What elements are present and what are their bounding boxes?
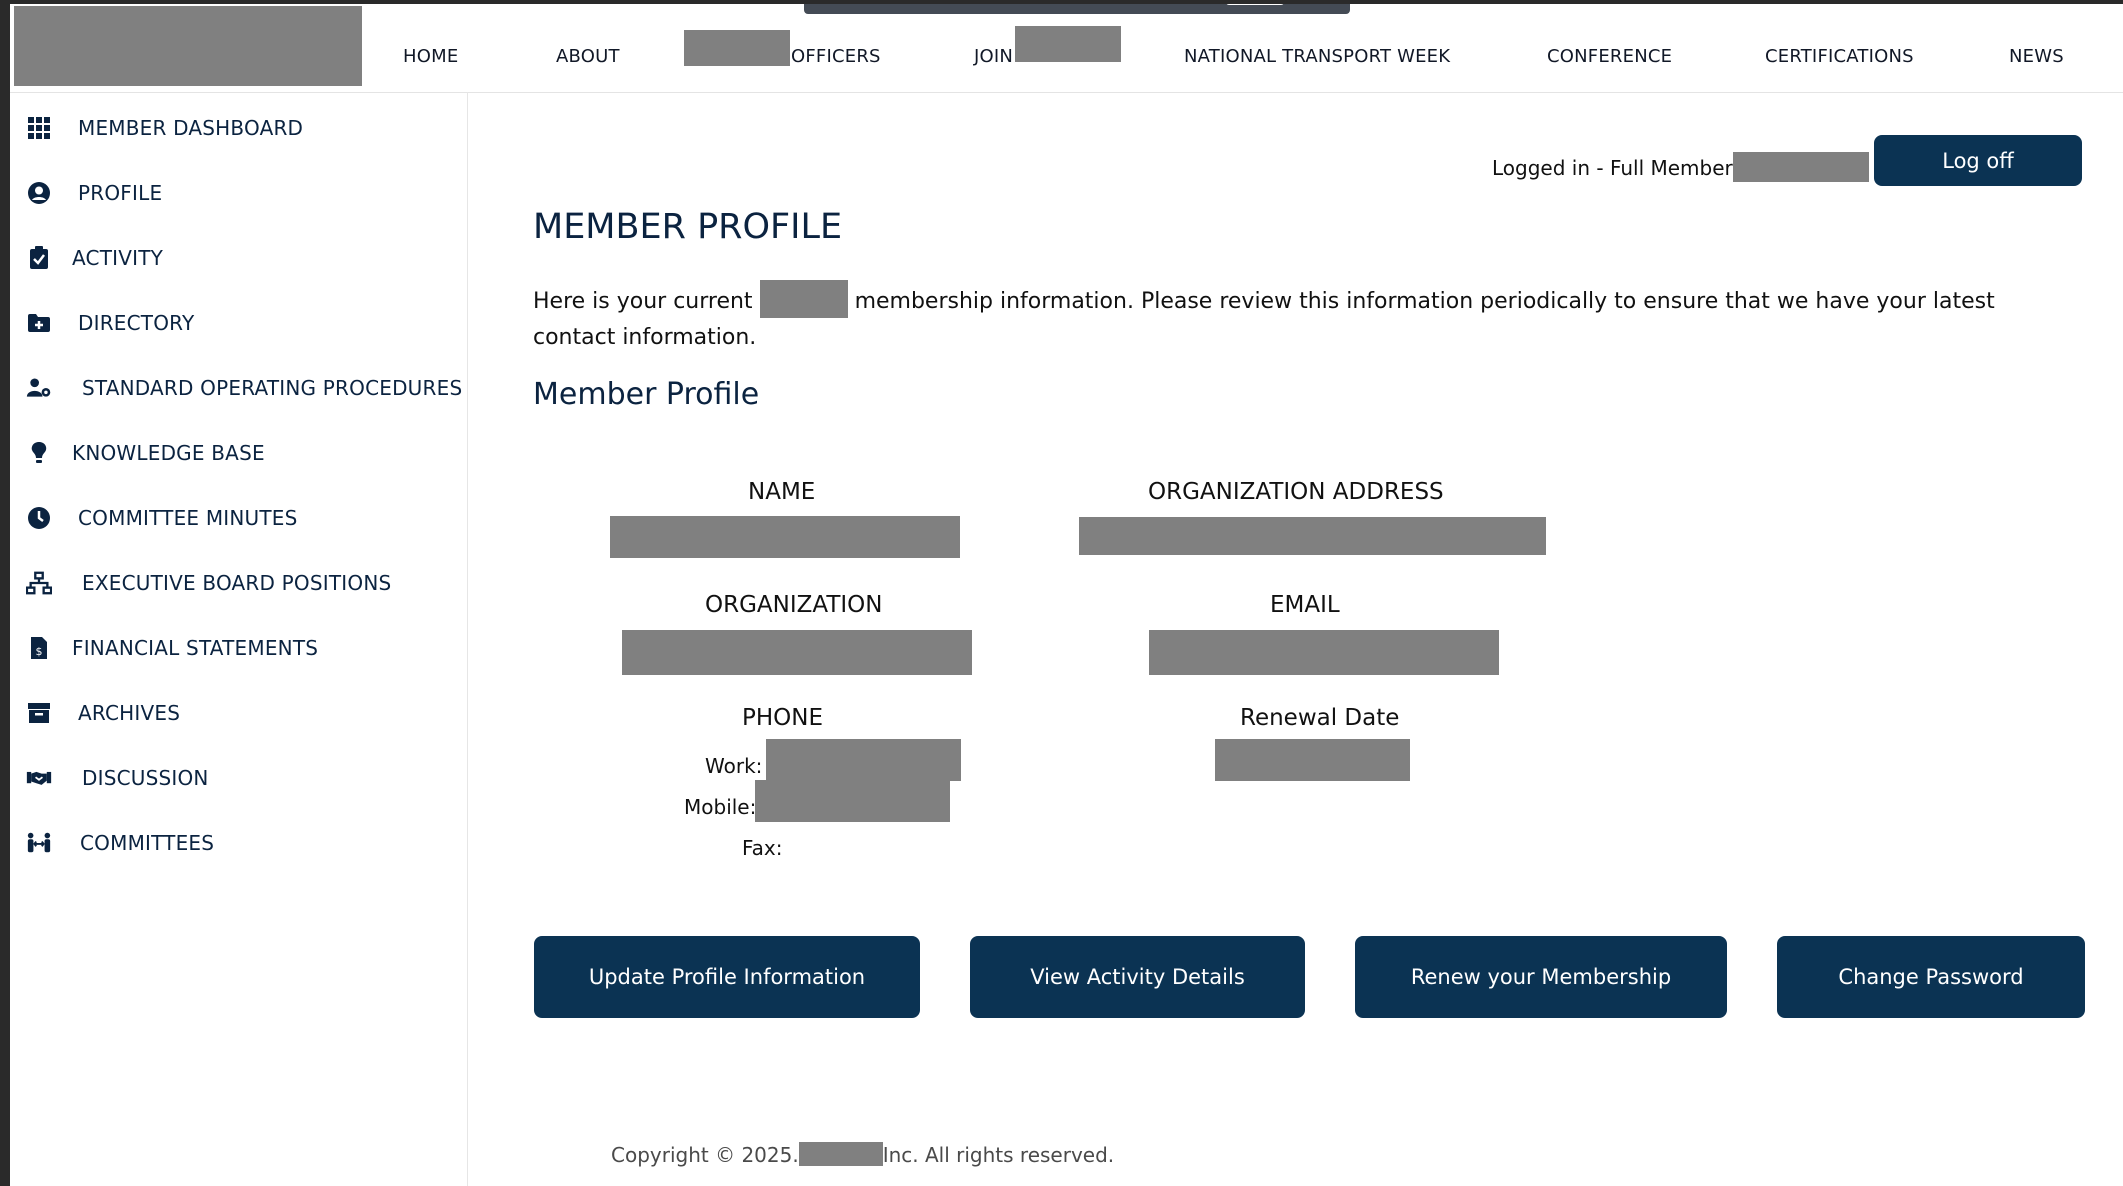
fax-label: Fax: bbox=[742, 836, 783, 860]
name-value-redacted bbox=[610, 516, 960, 558]
notch-indicator bbox=[1226, 4, 1284, 5]
page-title: MEMBER PROFILE bbox=[533, 207, 843, 247]
nav-national-transport-week[interactable]: NATIONAL TRANSPORT WEEK bbox=[1184, 46, 1450, 67]
archive-box-icon bbox=[26, 700, 52, 726]
nav-home[interactable]: HOME bbox=[403, 46, 458, 67]
sidebar-item-committees[interactable]: COMMITTEES bbox=[26, 823, 214, 863]
user-gear-icon bbox=[26, 375, 52, 401]
nav-redacted-block bbox=[684, 30, 790, 66]
sidebar-item-committee-minutes[interactable]: COMMITTEE MINUTES bbox=[26, 498, 298, 538]
sidebar-item-label: KNOWLEDGE BASE bbox=[72, 441, 265, 465]
nav-news[interactable]: NEWS bbox=[2009, 46, 2064, 67]
update-profile-button[interactable]: Update Profile Information bbox=[534, 936, 920, 1018]
sidebar-item-label: MEMBER DASHBOARD bbox=[78, 116, 304, 140]
sidebar-item-label: DISCUSSION bbox=[82, 766, 209, 790]
grid-icon bbox=[26, 115, 52, 141]
member-name-redacted bbox=[1733, 152, 1869, 182]
sidebar-item-label: COMMITTEES bbox=[80, 831, 215, 855]
organization-name-redacted bbox=[759, 280, 848, 318]
sidebar-item-label: ARCHIVES bbox=[78, 701, 181, 725]
lightbulb-icon bbox=[26, 440, 52, 466]
sidebar-item-directory[interactable]: DIRECTORY bbox=[26, 303, 194, 343]
handshake-icon bbox=[26, 765, 52, 791]
site-logo-redacted[interactable] bbox=[14, 6, 362, 86]
mobile-phone-label: Mobile: bbox=[684, 795, 757, 819]
renewal-date-value-redacted bbox=[1215, 739, 1410, 781]
sidebar-item-financial-statements[interactable]: $ FINANCIAL STATEMENTS bbox=[26, 628, 318, 668]
sidebar-item-standard-operating-procedures[interactable]: STANDARD OPERATING PROCEDURES bbox=[26, 368, 462, 408]
login-status: Logged in - Full Member : bbox=[1492, 156, 1746, 180]
intro-text-end: membership information. Please review th… bbox=[533, 289, 1995, 350]
nav-redacted-block bbox=[1015, 26, 1121, 62]
sidebar-item-label: STANDARD OPERATING PROCEDURES bbox=[82, 376, 463, 400]
nav-conference[interactable]: CONFERENCE bbox=[1547, 46, 1672, 67]
sidebar-item-label: FINANCIAL STATEMENTS bbox=[72, 636, 319, 660]
mobile-phone-value-redacted bbox=[755, 780, 950, 822]
clipboard-check-icon bbox=[26, 245, 52, 271]
copyright-text: Copyright © 2025. bbox=[611, 1143, 799, 1167]
organization-label: ORGANIZATION bbox=[705, 592, 883, 618]
sidebar: MEMBER DASHBOARD PROFILE ACTIVITY DIRECT… bbox=[10, 92, 468, 1186]
renewal-date-label: Renewal Date bbox=[1240, 705, 1400, 731]
sidebar-item-knowledge-base[interactable]: KNOWLEDGE BASE bbox=[26, 433, 265, 473]
phone-label: PHONE bbox=[742, 705, 824, 731]
browser-viewport: HOME ABOUT OFFICERS JOIN NATIONAL TRANSP… bbox=[10, 4, 2123, 1186]
email-label: EMAIL bbox=[1270, 592, 1340, 618]
organization-value-redacted bbox=[622, 630, 972, 675]
sidebar-item-profile[interactable]: PROFILE bbox=[26, 173, 162, 213]
change-password-button[interactable]: Change Password bbox=[1777, 936, 2085, 1018]
work-phone-label: Work: bbox=[705, 754, 763, 778]
main-content: Logged in - Full Member : Log off MEMBER… bbox=[488, 92, 2123, 1186]
email-value-redacted bbox=[1149, 630, 1499, 675]
sidebar-item-executive-board-positions[interactable]: EXECUTIVE BOARD POSITIONS bbox=[26, 563, 391, 603]
nav-join[interactable]: JOIN bbox=[974, 46, 1013, 67]
sidebar-item-member-dashboard[interactable]: MEMBER DASHBOARD bbox=[26, 108, 303, 148]
intro-text-start: Here is your current bbox=[533, 289, 753, 314]
organization-address-value-redacted bbox=[1079, 517, 1546, 555]
log-off-button[interactable]: Log off bbox=[1874, 135, 2082, 186]
sidebar-item-label: EXECUTIVE BOARD POSITIONS bbox=[82, 571, 392, 595]
view-activity-button[interactable]: View Activity Details bbox=[970, 936, 1305, 1018]
folder-plus-icon bbox=[26, 310, 52, 336]
nav-certifications[interactable]: CERTIFICATIONS bbox=[1765, 46, 1914, 67]
user-circle-icon bbox=[26, 180, 52, 206]
top-navbar: HOME ABOUT OFFICERS JOIN NATIONAL TRANSP… bbox=[10, 4, 2123, 93]
clock-icon bbox=[26, 505, 52, 531]
screen-notch bbox=[804, 4, 1350, 14]
section-title: Member Profile bbox=[533, 377, 760, 412]
company-name-redacted bbox=[798, 1142, 883, 1166]
sidebar-item-archives[interactable]: ARCHIVES bbox=[26, 693, 180, 733]
work-phone-value-redacted bbox=[766, 739, 961, 781]
sidebar-item-label: PROFILE bbox=[78, 181, 163, 205]
footer-copyright: Copyright © 2025. Inc. All rights reserve… bbox=[611, 1142, 1114, 1167]
people-arrows-icon bbox=[26, 830, 52, 856]
sidebar-item-activity[interactable]: ACTIVITY bbox=[26, 238, 163, 278]
sidebar-item-discussion[interactable]: DISCUSSION bbox=[26, 758, 209, 798]
organization-address-label: ORGANIZATION ADDRESS bbox=[1148, 479, 1444, 505]
nav-officers[interactable]: OFFICERS bbox=[791, 46, 881, 67]
invoice-dollar-icon: $ bbox=[26, 635, 52, 661]
svg-text:$: $ bbox=[36, 645, 43, 658]
intro-text: Here is your current membership informat… bbox=[533, 280, 2073, 356]
sitemap-icon bbox=[26, 570, 52, 596]
name-label: NAME bbox=[748, 479, 816, 505]
sidebar-item-label: COMMITTEE MINUTES bbox=[78, 506, 298, 530]
renew-membership-button[interactable]: Renew your Membership bbox=[1355, 936, 1727, 1018]
sidebar-item-label: ACTIVITY bbox=[72, 246, 164, 270]
rights-text: Inc. All rights reserved. bbox=[882, 1143, 1115, 1167]
nav-about[interactable]: ABOUT bbox=[556, 46, 620, 67]
sidebar-item-label: DIRECTORY bbox=[78, 311, 195, 335]
